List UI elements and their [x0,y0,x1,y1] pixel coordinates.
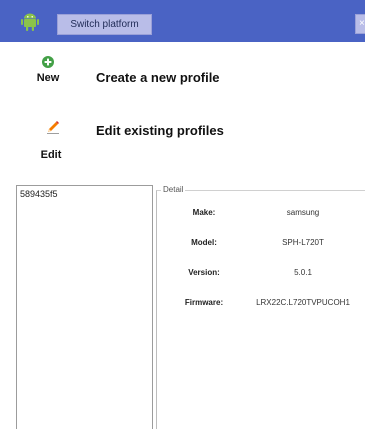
device-list-item[interactable]: 589435f5 [20,189,58,199]
switch-platform-button[interactable]: Switch platform [57,14,152,35]
model-value: SPH-L720T [282,238,324,247]
top-bar: Switch platform × [0,0,365,42]
close-button[interactable]: × [355,14,365,34]
device-list[interactable]: 589435f5 [16,185,153,429]
pencil-icon[interactable] [46,120,60,134]
android-icon[interactable] [21,12,39,31]
edit-profile-button-label[interactable]: Edit [35,149,67,161]
app-window: Switch platform × New Create a new profi… [0,0,365,429]
new-profile-button-label[interactable]: New [32,72,64,84]
make-label: Make: [192,208,216,217]
version-label: Version: [188,268,220,277]
firmware-label: Firmware: [184,298,224,307]
model-label: Model: [191,238,217,247]
version-value: 5.0.1 [294,268,312,277]
make-value: samsung [286,208,320,217]
firmware-value: LRX22C.L720TVPUCOH1 [256,298,350,307]
detail-panel: Detail Make: samsung Model: SPH-L720T Ve… [156,185,365,429]
detail-legend: Detail [161,185,186,194]
edit-profiles-heading: Edit existing profiles [96,123,224,138]
plus-circle-icon[interactable] [42,56,54,68]
create-profile-heading: Create a new profile [96,70,220,85]
